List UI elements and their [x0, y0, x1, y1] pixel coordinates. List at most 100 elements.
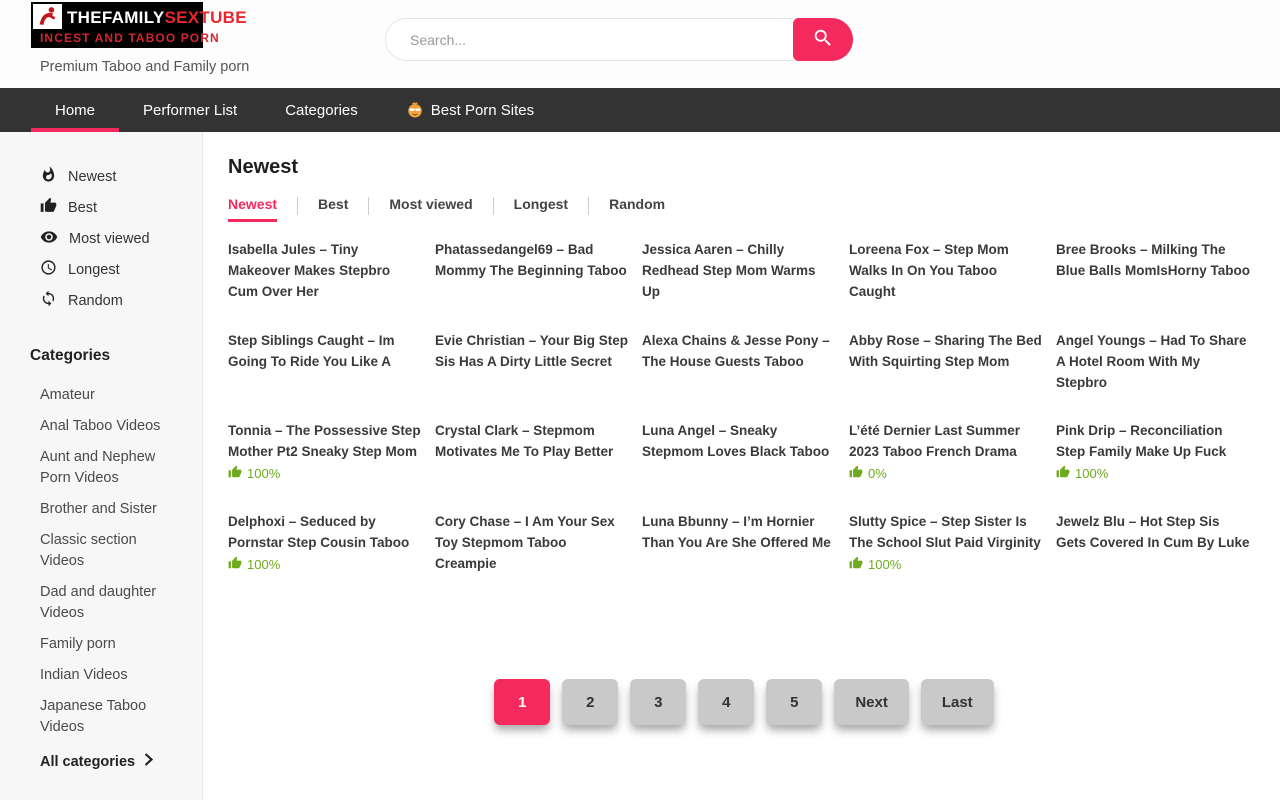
search-button[interactable] [793, 18, 853, 61]
video-title: Alexa Chains & Jesse Pony – The House Gu… [642, 330, 837, 372]
page-button-2[interactable]: 2 [562, 679, 618, 725]
video-title: Step Siblings Caught – Im Going To Ride … [228, 330, 423, 372]
logo-subtitle: INCEST AND TABOO PORN [40, 31, 220, 45]
video-card[interactable]: Jessica Aaren – Chilly Redhead Step Mom … [642, 239, 837, 330]
video-card[interactable]: Angel Youngs – Had To Share A Hotel Room… [1056, 330, 1251, 421]
video-title: Abby Rose – Sharing The Bed With Squirti… [849, 330, 1044, 372]
video-card[interactable]: Tonnia – The Possessive Step Mother Pt2 … [228, 420, 423, 511]
video-grid: Isabella Jules – Tiny Makeover Makes Ste… [228, 239, 1260, 601]
sidebar-item-label: Newest [68, 169, 116, 185]
nav-item-categories[interactable]: Categories [261, 88, 382, 132]
tab-best[interactable]: Best [318, 196, 348, 219]
video-card[interactable]: Delphoxi – Seduced by Pornstar Step Cous… [228, 511, 423, 602]
search-icon [812, 27, 834, 52]
video-card[interactable]: Alexa Chains & Jesse Pony – The House Gu… [642, 330, 837, 421]
video-title: Evie Christian – Your Big Step Sis Has A… [435, 330, 630, 372]
page-button-5[interactable]: 5 [766, 679, 822, 725]
page-title: Newest [228, 156, 1260, 179]
category-link[interactable]: Japanese Taboo Videos [40, 696, 175, 738]
video-title: Tonnia – The Possessive Step Mother Pt2 … [228, 420, 423, 462]
all-categories-link[interactable]: All categories [40, 753, 202, 770]
nav-item-best-porn-sites[interactable]: Best Porn Sites [382, 88, 558, 132]
video-card[interactable]: Isabella Jules – Tiny Makeover Makes Ste… [228, 239, 423, 330]
sidebar-item-label: Random [68, 293, 123, 309]
thumbs-up-icon [228, 465, 242, 482]
video-card[interactable]: Jewelz Blu – Hot Step Sis Gets Covered I… [1056, 511, 1251, 602]
sidebar-item-label: Most viewed [69, 231, 150, 247]
tab-most-viewed[interactable]: Most viewed [389, 196, 472, 219]
sidebar-item-newest[interactable]: Newest [40, 166, 202, 187]
video-card[interactable]: Bree Brooks – Milking The Blue Balls Mom… [1056, 239, 1251, 330]
tab-newest[interactable]: Newest [228, 196, 277, 222]
sidebar-item-longest[interactable]: Longest [40, 259, 202, 280]
video-card[interactable]: Slutty Spice – Step Sister Is The School… [849, 511, 1044, 602]
category-link[interactable]: Amateur [40, 385, 175, 406]
video-card[interactable]: Cory Chase – I Am Your Sex Toy Stepmom T… [435, 511, 630, 602]
page-button-4[interactable]: 4 [698, 679, 754, 725]
video-title: Phatassedangel69 – Bad Mommy The Beginni… [435, 239, 630, 281]
all-categories-label: All categories [40, 754, 135, 770]
chevron-right-icon [144, 753, 153, 770]
category-link[interactable]: Brother and Sister [40, 499, 175, 520]
category-link[interactable]: Anal Taboo Videos [40, 416, 175, 437]
sidebar-item-most-viewed[interactable]: Most viewed [40, 228, 202, 249]
search-input[interactable] [385, 18, 853, 61]
video-card[interactable]: Abby Rose – Sharing The Bed With Squirti… [849, 330, 1044, 421]
site-logo[interactable]: THEFAMILYSEXTUBE INCEST AND TABOO PORN [31, 2, 203, 48]
rating-badge: 100% [228, 465, 423, 482]
thumbs-up-icon [1056, 465, 1070, 482]
rating-badge: 100% [1056, 465, 1251, 482]
video-card[interactable]: Evie Christian – Your Big Step Sis Has A… [435, 330, 630, 421]
tab-separator [493, 197, 494, 215]
page-button-3[interactable]: 3 [630, 679, 686, 725]
tab-longest[interactable]: Longest [514, 196, 568, 219]
video-title: Pink Drip – Reconciliation Step Family M… [1056, 420, 1251, 462]
page-button-last[interactable]: Last [921, 679, 994, 725]
video-card[interactable]: Step Siblings Caught – Im Going To Ride … [228, 330, 423, 421]
video-title: Jewelz Blu – Hot Step Sis Gets Covered I… [1056, 511, 1251, 553]
nav-item-label: Best Porn Sites [431, 102, 534, 119]
site-header: THEFAMILYSEXTUBE INCEST AND TABOO PORN P… [0, 0, 1280, 88]
logo-figure-icon [33, 4, 62, 29]
category-link[interactable]: Classic section Videos [40, 530, 175, 572]
page-body: NewestBestMost viewedLongestRandom Categ… [0, 132, 1280, 800]
logo-title: THEFAMILYSEXTUBE [67, 8, 247, 28]
sidebar-item-label: Best [68, 200, 97, 216]
search-bar [385, 18, 853, 61]
video-card[interactable]: L’été Dernier Last Summer 2023 Taboo Fre… [849, 420, 1044, 511]
video-card[interactable]: Luna Bbunny – I’m Hornier Than You Are S… [642, 511, 837, 602]
clock-icon [40, 259, 57, 280]
category-link[interactable]: Family porn [40, 634, 175, 655]
tab-separator [368, 197, 369, 215]
category-link[interactable]: Aunt and Nephew Porn Videos [40, 447, 175, 489]
nav-item-home[interactable]: Home [31, 88, 119, 132]
flame-icon [40, 166, 57, 187]
rating-badge: 100% [228, 556, 423, 573]
video-title: Delphoxi – Seduced by Pornstar Step Cous… [228, 511, 423, 553]
page-button-1[interactable]: 1 [494, 679, 550, 725]
video-title: Angel Youngs – Had To Share A Hotel Room… [1056, 330, 1251, 393]
video-card[interactable]: Loreena Fox – Step Mom Walks In On You T… [849, 239, 1044, 330]
video-title: L’été Dernier Last Summer 2023 Taboo Fre… [849, 420, 1044, 462]
sidebar-category-links: Amateur Anal Taboo Videos Aunt and Nephew … [40, 385, 202, 738]
video-card[interactable]: Crystal Clark – Stepmom Motivates Me To … [435, 420, 630, 511]
page-button-next[interactable]: Next [834, 679, 909, 725]
video-title: Luna Angel – Sneaky Stepmom Loves Black … [642, 420, 837, 462]
video-title: Crystal Clark – Stepmom Motivates Me To … [435, 420, 630, 462]
video-title: Luna Bbunny – I’m Hornier Than You Are S… [642, 511, 837, 553]
rating-value: 100% [247, 466, 280, 481]
tab-separator [297, 197, 298, 215]
sidebar-item-label: Longest [68, 262, 120, 278]
nav-item-performer-list[interactable]: Performer List [119, 88, 261, 132]
sidebar-item-random[interactable]: Random [40, 290, 202, 311]
sidebar-item-best[interactable]: Best [40, 197, 202, 218]
category-link[interactable]: Indian Videos [40, 665, 175, 686]
tab-random[interactable]: Random [609, 196, 665, 219]
rating-value: 100% [247, 557, 280, 572]
site-tagline: Premium Taboo and Family porn [40, 59, 249, 75]
video-card[interactable]: Phatassedangel69 – Bad Mommy The Beginni… [435, 239, 630, 330]
category-link[interactable]: Dad and daughter Videos [40, 582, 175, 624]
video-card[interactable]: Luna Angel – Sneaky Stepmom Loves Black … [642, 420, 837, 511]
video-card[interactable]: Pink Drip – Reconciliation Step Family M… [1056, 420, 1251, 511]
video-title: Bree Brooks – Milking The Blue Balls Mom… [1056, 239, 1251, 281]
